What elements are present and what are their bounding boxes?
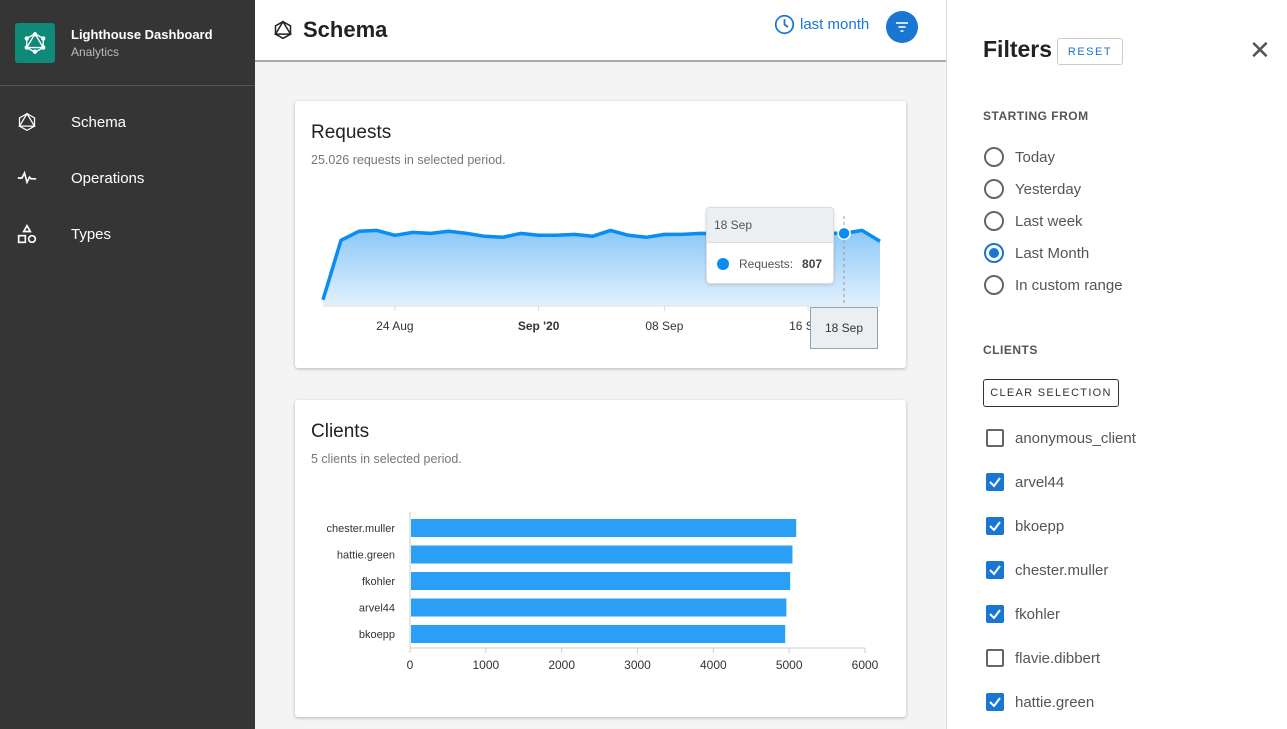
data-point — [837, 226, 851, 241]
radio-icon[interactable] — [984, 147, 1004, 167]
sidebar-item-label: Operations — [71, 169, 145, 187]
page-title: Schema — [303, 17, 388, 42]
radio-label: Today — [1015, 148, 1056, 166]
radio-label: Last Month — [1015, 244, 1090, 262]
app-title: Lighthouse Dashboard — [71, 26, 213, 42]
radio-icon[interactable] — [984, 243, 1004, 263]
sidebar-item-label: Types — [71, 225, 112, 243]
clients-chart[interactable]: 0 1000 2000 3000 4000 5000 6000 chester.muller h… — [295, 400, 906, 717]
filter-button[interactable] — [886, 11, 918, 43]
x-tick-label: Sep '20 — [518, 319, 560, 333]
x-tick-label: 1000 — [472, 658, 499, 672]
bar — [411, 598, 787, 617]
graphql-icon — [274, 20, 292, 40]
checkbox-icon[interactable] — [986, 693, 1004, 711]
x-tick-label: 08 Sep — [645, 319, 683, 333]
period-selector[interactable]: last month — [774, 14, 869, 35]
radio-option[interactable]: Today — [984, 147, 1055, 167]
graphql-icon — [18, 112, 36, 132]
bar — [411, 572, 791, 590]
clock-icon — [774, 14, 795, 35]
category-label: chester.muller — [327, 523, 396, 535]
brand: Lighthouse Dashboard Analytics — [0, 0, 255, 86]
requests-subtitle: 25.026 requests in selected period. — [311, 153, 506, 167]
radio-option[interactable]: In custom range — [984, 275, 1123, 295]
x-tick-label: 2000 — [548, 658, 575, 672]
sidebar: Lighthouse Dashboard Analytics Schema Op… — [0, 0, 255, 729]
x-tick-label: 6000 — [852, 658, 879, 672]
clients-title: Clients — [311, 421, 370, 442]
client-checkbox[interactable]: anonymous_client — [986, 429, 1136, 447]
x-tick-label: 24 Aug — [376, 319, 413, 333]
checkbox-icon[interactable] — [986, 429, 1004, 447]
clients-subtitle: 5 clients in selected period. — [311, 452, 462, 466]
client-label: chester.muller — [1015, 561, 1109, 579]
checkbox-icon[interactable] — [986, 517, 1004, 535]
client-checkbox[interactable]: arvel44 — [986, 473, 1064, 491]
starting-from-label: STARTING FROM — [983, 109, 1089, 123]
x-tick-label: 3000 — [624, 658, 651, 672]
series-marker-icon — [717, 258, 729, 270]
period-label: last month — [800, 16, 870, 33]
tooltip-label: Requests: — [739, 257, 794, 271]
bar — [411, 625, 786, 643]
radio-label: Yesterday — [1015, 180, 1082, 198]
sidebar-item-schema[interactable]: Schema — [0, 94, 255, 150]
sidebar-item-types[interactable]: Types — [0, 206, 255, 262]
filters-panel: Filters RESET ✕ STARTING FROM Today Yeste… — [946, 0, 1287, 729]
radio-option[interactable]: Yesterday — [984, 179, 1081, 199]
category-label: hattie.green — [337, 550, 395, 562]
radio-icon[interactable] — [984, 211, 1004, 231]
clients-label: CLIENTS — [983, 343, 1038, 357]
client-checkbox[interactable]: chester.muller — [986, 561, 1108, 579]
top-bar: Schema last month — [255, 0, 946, 62]
close-icon[interactable]: ✕ — [1249, 37, 1271, 63]
checkbox-icon[interactable] — [986, 473, 1004, 491]
clear-selection-button[interactable]: CLEAR SELECTION — [983, 379, 1119, 407]
clients-card: 0 1000 2000 3000 4000 5000 6000 chester.muller h… — [295, 400, 906, 717]
client-checkbox[interactable]: hattie.green — [986, 693, 1094, 711]
bar — [411, 519, 797, 537]
category-label: bkoepp — [359, 629, 395, 641]
app-subtitle: Analytics — [71, 44, 120, 59]
sidebar-item-label: Schema — [71, 113, 127, 131]
radio-label: In custom range — [1015, 276, 1123, 294]
reset-button[interactable]: RESET — [1057, 38, 1123, 65]
client-label: bkoepp — [1015, 517, 1065, 535]
tooltip-date: 18 Sep — [707, 208, 833, 243]
client-label: anonymous_client — [1015, 429, 1136, 447]
client-label: flavie.dibbert — [1015, 649, 1101, 667]
radio-label: Last week — [1015, 212, 1083, 230]
requests-card: 24 Aug Sep '20 08 Sep 16 Sep Requests 25.02… — [295, 101, 906, 368]
cursor-x-label: 18 Sep — [810, 307, 878, 349]
category-label: arvel44 — [359, 603, 395, 615]
x-tick-label: 5000 — [776, 658, 803, 672]
client-label: hattie.green — [1015, 693, 1095, 711]
pulse-icon — [17, 170, 37, 185]
radio-icon[interactable] — [984, 275, 1004, 295]
filters-title: Filters — [983, 36, 1053, 62]
checkbox-icon[interactable] — [986, 649, 1004, 667]
x-tick-label: 4000 — [700, 658, 727, 672]
client-checkbox[interactable]: flavie.dibbert — [986, 649, 1100, 667]
checkbox-icon[interactable] — [986, 561, 1004, 579]
client-label: arvel44 — [1015, 473, 1065, 491]
client-label: fkohler — [1015, 605, 1061, 623]
client-checkbox[interactable]: bkoepp — [986, 517, 1064, 535]
x-tick-label: 0 — [407, 658, 414, 672]
graphql-logo-icon — [15, 22, 55, 63]
requests-title: Requests — [311, 122, 392, 143]
client-checkbox[interactable]: fkohler — [986, 605, 1060, 623]
filter-icon — [896, 22, 908, 32]
radio-option[interactable]: Last week — [984, 211, 1083, 231]
sidebar-item-operations[interactable]: Operations — [0, 150, 255, 206]
bar — [411, 545, 793, 564]
tooltip-value: 807 — [802, 257, 823, 271]
shapes-icon — [17, 224, 37, 244]
radio-icon[interactable] — [984, 179, 1004, 199]
chart-tooltip: 18 Sep Requests: 807 — [706, 207, 834, 284]
radio-option[interactable]: Last Month — [984, 243, 1089, 263]
checkbox-icon[interactable] — [986, 605, 1004, 623]
category-label: fkohler — [362, 576, 395, 588]
